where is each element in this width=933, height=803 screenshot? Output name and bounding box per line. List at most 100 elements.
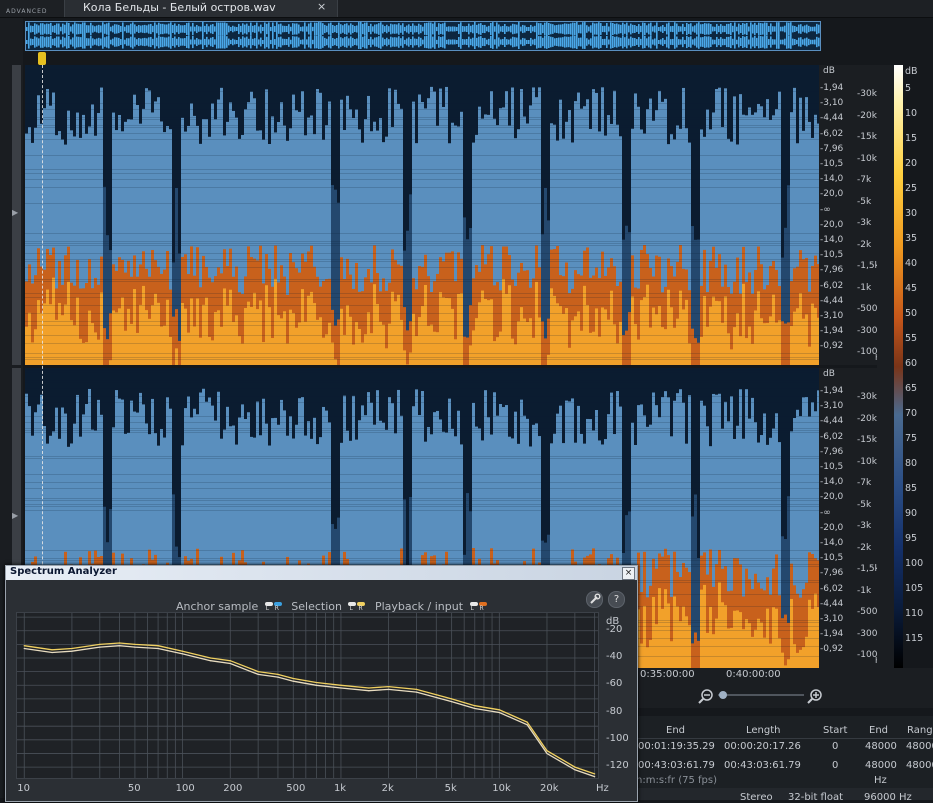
overview-wave-sample [144,24,146,34]
overview-wave-sample [68,35,70,49]
playhead-marker[interactable] [38,52,46,65]
selection-end-field[interactable]: 00:01:19:35.29 [638,741,715,752]
overview-wave-sample [392,37,394,47]
overview-wave-sample [548,22,550,36]
anchor-lr-toggle[interactable]: LR [264,602,283,612]
spectrogram-energy [571,320,574,365]
spectrogram-energy [289,309,292,365]
overview-wave-sample [486,39,488,45]
spectrogram-energy [55,319,58,365]
spectrogram-texture [25,281,819,282]
spectrogram-energy [598,336,601,365]
overview-wave-sample [342,38,344,46]
overview-wave-sample [736,26,738,32]
view-end-field[interactable]: 00:43:03:61.79 [638,760,715,771]
view-length-field[interactable]: 00:43:03:61.79 [724,760,801,771]
overview-wave-sample [734,22,736,36]
overview-wave-sample [394,37,396,47]
overview-wave-sample [222,35,224,49]
document-tab[interactable]: Кола Бельды - Белый остров.wav × [64,0,338,17]
selection-length-field[interactable]: 00:00:20:17.26 [724,741,801,752]
spectrum-point [181,650,184,652]
overview-wave-sample [84,35,86,49]
overview-wave-sample [362,36,364,48]
wrench-icon[interactable] [586,591,603,608]
overview-wave-sample [574,35,576,49]
spectrogram-energy [256,309,259,365]
overview-wave-sample [584,35,586,49]
spectrogram-energy [496,337,499,365]
overview-wave-sample [48,23,50,35]
overview-wave-sample [706,23,708,35]
spectrum-plot[interactable] [16,612,599,779]
overview-wave-sample [708,36,710,48]
overview-wave-sample [442,36,444,48]
overview-wave-sample [428,22,430,36]
channel-r-label: R [358,605,363,612]
view-end-field[interactable]: 48000 [865,741,897,752]
spectrogram-energy [601,307,604,365]
spectrogram-energy [241,343,244,365]
overview-wave-sample [682,23,684,35]
spectrogram-energy [58,302,61,365]
zoom-out-icon[interactable] [698,689,713,704]
close-tab-icon[interactable]: × [317,0,326,13]
overview-wave-sample [36,24,38,34]
spectrogram-energy [739,336,742,365]
overview-wave-sample [216,35,218,49]
view-range-field[interactable]: 48000 [906,760,933,771]
overview-wave-sample [678,39,680,45]
waveform-overview[interactable] [25,21,821,51]
view-start-field[interactable]: 0 [832,741,838,752]
spectrum-point [277,673,279,675]
selection-lr-toggle[interactable]: LR [348,602,366,612]
hz-axis-tick: 10 [17,783,30,794]
view-range-field[interactable]: 48000 [906,741,933,752]
overview-wave-sample [804,38,806,46]
overview-wave-sample [128,25,130,33]
overview-wave-sample [160,36,162,48]
overview-wave-sample [464,39,466,45]
overview-wave-sample [490,22,492,36]
overview-wave-sample [344,23,346,35]
overview-wave-sample [372,39,374,45]
playback-lr-toggle[interactable]: LR [469,602,488,612]
spectrum-point [451,701,453,703]
overview-wave-sample [354,26,356,32]
zoom-slider-thumb[interactable] [719,691,727,699]
color-scale-tick: 80 [905,458,918,469]
spectrogram-texture [25,416,819,417]
timeline-ruler[interactable]: 0:35:00:00 0:40:00:00 [636,668,933,684]
view-start-field[interactable]: 0 [832,760,838,771]
close-window-icon[interactable]: × [622,567,635,580]
zoom-in-icon[interactable] [807,689,822,704]
overview-wave-sample [498,37,500,47]
spectrogram-channel-1[interactable] [25,65,819,365]
overview-wave-sample [430,35,432,49]
overview-wave-sample [436,26,438,32]
overview-wave-sample [260,24,262,34]
overview-wave-sample [384,26,386,32]
view-end-field[interactable]: 48000 [865,760,897,771]
spectrogram-energy [217,310,220,365]
channel-2-arrow-icon[interactable]: ▶ [12,511,18,520]
overview-wave-sample [622,35,624,49]
spectrogram-energy [652,596,655,668]
spectrum-analyzer-titlebar[interactable]: Spectrum Analyzer × [6,566,637,580]
overview-wave-sample [386,24,388,34]
channel-r-label: R [274,605,279,612]
time-format-label[interactable]: h:m:s:fr (75 fps) [636,775,717,786]
spectrogram-energy [490,299,493,365]
db-tick-label: -14,0 [820,538,844,548]
spectrogram-texture [25,510,819,511]
overview-wave-sample [440,36,442,48]
help-button[interactable]: ? [608,591,625,608]
spectrogram-energy [118,308,121,365]
spectrum-point [51,651,53,654]
spectrogram-energy [778,320,781,365]
hz-tick-label: -1k [857,282,872,293]
overview-wave-sample [86,25,88,33]
channel-1-arrow-icon[interactable]: ▶ [12,208,18,217]
spectrogram-energy [439,292,442,365]
overview-wave-sample [326,38,328,46]
